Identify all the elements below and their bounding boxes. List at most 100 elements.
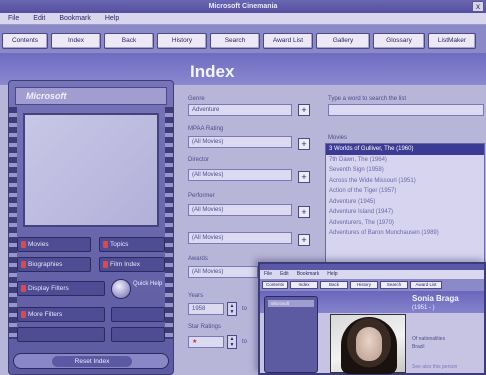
years-from-field[interactable]: 1958	[188, 303, 224, 315]
mpaa-add-button[interactable]: +	[298, 138, 310, 150]
nationality-label: Of nationalities	[412, 336, 446, 342]
window-title-bar: Microsoft Cinemania	[0, 0, 486, 13]
award-list-button[interactable]: Award List	[263, 33, 313, 49]
microsoft-logo: Microsoft	[15, 87, 167, 105]
genre-field[interactable]: Adventure	[188, 104, 292, 116]
movies-button-label: Movies	[28, 241, 49, 248]
performer-field[interactable]: (All Movies)	[188, 204, 292, 216]
back-button[interactable]: Back	[320, 281, 348, 289]
quick-help-label: Quick Help	[133, 281, 163, 287]
genre-add-button[interactable]: +	[298, 104, 310, 116]
history-button[interactable]: History	[350, 281, 378, 289]
list-item[interactable]: Adventure (1945)	[326, 197, 484, 208]
film-index-button-label: Film Index	[110, 261, 140, 268]
biographies-button[interactable]: Biographies	[17, 257, 91, 272]
index-button[interactable]: Index	[51, 33, 101, 49]
toolbar: Contents Index Back History Search Award…	[0, 25, 486, 53]
star-rating-spinner[interactable]: ▲ ▼	[227, 335, 237, 349]
star-ratings-to-label: to	[242, 339, 248, 345]
glossary-button[interactable]: Glossary	[373, 33, 425, 49]
contents-button[interactable]: Contents	[2, 33, 48, 49]
menu-file[interactable]: File	[264, 270, 272, 279]
film-index-button[interactable]: Film Index	[99, 257, 165, 272]
menu-bar: File Edit Bookmark Help	[0, 13, 486, 25]
star-ratings-label: Star Ratings	[188, 324, 222, 330]
blank-button[interactable]	[111, 307, 165, 322]
close-button[interactable]: x	[472, 1, 484, 12]
display-filters-button-label: Display Filters	[28, 285, 69, 292]
star-rating-field[interactable]: ★	[188, 336, 224, 348]
filter-field[interactable]: (All Movies)	[188, 232, 292, 244]
movies-button[interactable]: Movies	[17, 237, 91, 252]
filter-add-button[interactable]: +	[298, 234, 310, 246]
awards-field[interactable]: (All Movies)	[188, 266, 258, 278]
years-label: Years	[188, 293, 204, 299]
years-spinner[interactable]: ▲ ▼	[227, 302, 237, 316]
button-indicator	[21, 311, 26, 318]
film-strip-right	[165, 107, 173, 339]
list-item[interactable]: Across the Wide Missouri (1951)	[326, 176, 484, 187]
mpaa-field[interactable]: (All Movies)	[188, 136, 292, 148]
menu-file[interactable]: File	[8, 13, 19, 24]
blank-button[interactable]	[17, 327, 105, 342]
reset-index-button[interactable]: Reset Index	[52, 356, 132, 367]
person-name: Sonia Braga	[412, 294, 459, 303]
page-title: Index	[190, 62, 235, 81]
performer-add-button[interactable]: +	[298, 206, 310, 218]
biography-player-panel: Microsoft	[264, 296, 318, 373]
microsoft-logo: Microsoft	[268, 300, 314, 307]
button-indicator	[103, 261, 108, 268]
genre-label: Genre	[188, 96, 205, 102]
awards-label: Awards	[188, 256, 208, 262]
more-filters-button[interactable]: More Filters	[17, 307, 105, 322]
mpaa-label: MPAA Rating	[188, 126, 224, 132]
quick-help-icon[interactable]	[111, 279, 131, 299]
gallery-button[interactable]: Gallery	[316, 33, 370, 49]
history-button[interactable]: History	[157, 33, 207, 49]
menu-bookmark[interactable]: Bookmark	[59, 13, 91, 24]
search-button[interactable]: Search	[380, 281, 408, 289]
list-item[interactable]: Adventurers, The (1970)	[326, 218, 484, 229]
menu-edit[interactable]: Edit	[280, 270, 289, 279]
director-label: Director	[188, 157, 210, 163]
display-filters-button[interactable]: Display Filters	[17, 281, 105, 296]
button-indicator	[21, 241, 26, 248]
search-input[interactable]	[328, 104, 484, 116]
director-add-button[interactable]: +	[298, 171, 310, 183]
award-list-button[interactable]: Award List	[410, 281, 442, 289]
list-item[interactable]: Seventh Sign (1958)	[326, 165, 484, 176]
performer-label: Performer	[188, 193, 215, 199]
biography-menu-bar: File Edit Bookmark Help	[260, 270, 484, 279]
search-label: Type a word to search the list	[328, 96, 407, 102]
back-button[interactable]: Back	[104, 33, 154, 49]
photo-face	[356, 327, 382, 361]
listmaker-button[interactable]: ListMaker	[428, 33, 476, 49]
topics-button-label: Topics	[110, 241, 129, 248]
nationality-value: Brazil	[412, 344, 425, 350]
see-also-link[interactable]: See also this person	[412, 364, 457, 370]
list-item[interactable]: 3 Worlds of Gulliver, The (1960)	[326, 144, 484, 155]
menu-edit[interactable]: Edit	[33, 13, 45, 24]
menu-bookmark[interactable]: Bookmark	[297, 270, 320, 279]
biography-window[interactable]: File Edit Bookmark Help Contents Index B…	[258, 262, 486, 375]
bottom-bar: Reset Index	[13, 353, 169, 369]
biographies-button-label: Biographies	[28, 261, 63, 268]
search-button[interactable]: Search	[210, 33, 260, 49]
player-panel: Microsoft Movies Topics Biographies Film…	[8, 80, 174, 375]
list-item[interactable]: Adventures of Baron Munchausen (1989)	[326, 228, 484, 239]
blank-button[interactable]	[111, 327, 165, 342]
director-field[interactable]: (All Movies)	[188, 169, 292, 181]
list-item[interactable]: Action of the Tiger (1957)	[326, 186, 484, 197]
menu-help[interactable]: Help	[105, 13, 119, 24]
list-item[interactable]: 7th Dawn, The (1964)	[326, 155, 484, 166]
index-button[interactable]: Index	[290, 281, 318, 289]
list-item[interactable]: Adventure Island (1947)	[326, 207, 484, 218]
movies-list[interactable]: 3 Worlds of Gulliver, The (1960) 7th Daw…	[325, 143, 485, 268]
contents-button[interactable]: Contents	[262, 281, 288, 289]
more-filters-button-label: More Filters	[28, 311, 63, 318]
person-photo	[330, 314, 406, 374]
topics-button[interactable]: Topics	[99, 237, 165, 252]
preview-screen	[23, 113, 159, 227]
biography-toolbar: Contents Index Back History Search Award…	[260, 279, 484, 291]
menu-help[interactable]: Help	[327, 270, 337, 279]
